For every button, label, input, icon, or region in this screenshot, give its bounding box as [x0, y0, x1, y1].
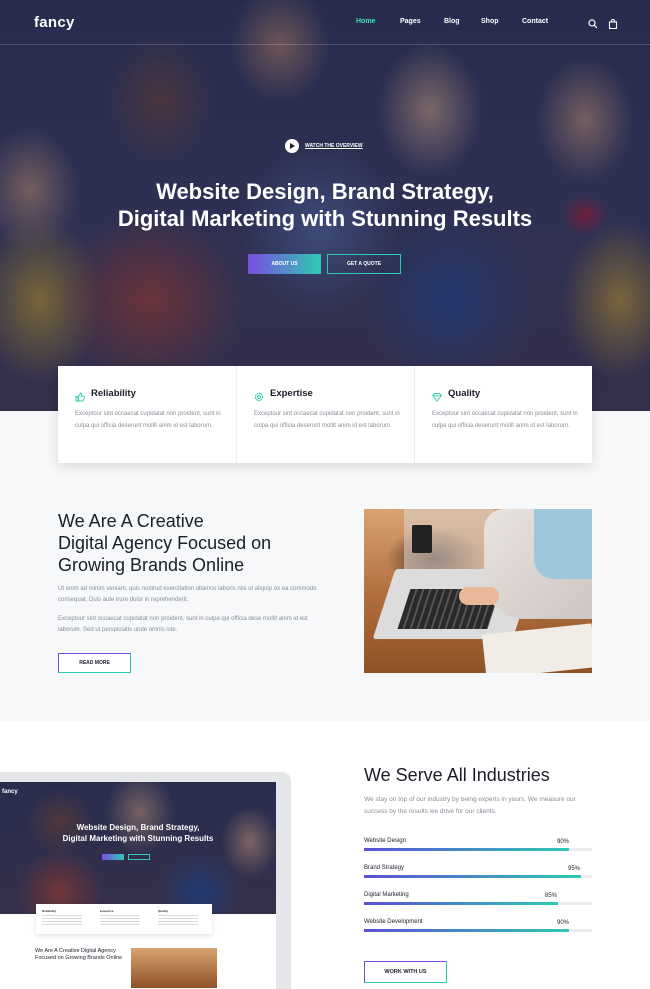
nav-item-pages[interactable]: Pages: [400, 18, 421, 25]
mockup-about-title: We Are A Creative Digital Agency Focused…: [35, 948, 123, 961]
industries-title: We Serve All Industries: [364, 765, 550, 785]
industries-description: We stay on top of our industry by being …: [364, 796, 576, 815]
skill-name: Digital Marketing: [364, 892, 409, 898]
about-paragraph: Exceptour sint occaecat cupidatat non pr…: [58, 616, 308, 633]
skill-percent: 90%: [557, 920, 570, 926]
photo-shirt-shape: [534, 509, 592, 579]
about-title-line1: We Are A Creative: [58, 511, 204, 531]
skill-fill: [364, 929, 570, 932]
about-us-button[interactable]: ABOUT US: [248, 254, 321, 274]
feature-reliability: Reliability Exceptour sint occaecat cupi…: [58, 366, 236, 463]
site-logo[interactable]: fancy: [34, 14, 75, 31]
device-mockup-screen: fancy Website Design, Brand Strategy, Di…: [0, 782, 276, 989]
hero-title: Website Design, Brand Strategy, Digital …: [0, 178, 650, 232]
thumbs-up-icon: [75, 389, 85, 402]
hero-title-line2: Digital Marketing with Stunning Results: [117, 206, 533, 231]
about-title-line2: Digital Agency Focused on: [58, 533, 272, 553]
skill-fill: [364, 875, 581, 878]
get-a-quote-button[interactable]: GET A QUOTE: [327, 254, 401, 274]
watch-overview-label[interactable]: WATCH THE OVERVIEW: [305, 143, 363, 149]
gear-icon: [254, 389, 264, 402]
mockup-hero-title: Website Design, Brand Strategy, Digital …: [0, 822, 276, 844]
feature-title: Expertise: [270, 388, 313, 399]
mockup-feature-label: Quality: [158, 909, 169, 913]
skill-digital-marketing: Digital Marketing 85%: [364, 892, 592, 912]
skill-track: [364, 902, 592, 905]
nav-item-shop[interactable]: Shop: [481, 18, 499, 25]
hero-title-line1: Website Design, Brand Strategy,: [156, 179, 494, 204]
skill-track: [364, 875, 592, 878]
mockup-primary-button: [102, 854, 124, 860]
mockup-feature-label: Reliability: [42, 909, 57, 913]
skill-percent: 90%: [557, 839, 570, 845]
skill-track: [364, 929, 592, 932]
mockup-hero-title-line2: Digital Marketing with Stunning Results: [62, 834, 214, 843]
search-icon[interactable]: [588, 16, 598, 29]
feature-description: Exceptour sint occaecat cupidatat non pr…: [75, 411, 221, 429]
feature-title: Reliability: [91, 388, 136, 399]
skill-track: [364, 848, 592, 851]
skill-percent: 85%: [545, 893, 558, 899]
mockup-hero: fancy Website Design, Brand Strategy, Di…: [0, 782, 276, 914]
mockup-photo: [131, 948, 217, 988]
mockup-text-lines: [158, 915, 198, 925]
about-title-line3: Growing Brands Online: [58, 555, 245, 575]
laptop-photo: [364, 509, 592, 673]
hero-section: fancy Home Pages Blog Shop Contact WATCH…: [0, 0, 650, 411]
nav-item-home[interactable]: Home: [356, 18, 375, 25]
work-with-us-button[interactable]: WORK WITH US: [364, 961, 447, 983]
device-mockup: fancy Website Design, Brand Strategy, Di…: [0, 772, 291, 989]
skill-percent: 95%: [568, 866, 581, 872]
mockup-logo: fancy: [2, 789, 18, 795]
skill-website-development: Website Development 90%: [364, 919, 592, 939]
mockup-features-card: Reliability Expertise Quality: [36, 904, 212, 934]
skill-fill: [364, 848, 570, 851]
photo-hand-shape: [459, 587, 499, 605]
feature-expertise: Expertise Exceptour sint occaecat cupida…: [236, 366, 414, 463]
skill-name: Brand Strategy: [364, 865, 405, 871]
feature-description: Exceptour sint occaecat cupidatat non pr…: [432, 411, 578, 429]
play-icon[interactable]: [285, 139, 299, 153]
mockup-feature-label: Expertise: [100, 909, 114, 913]
diamond-icon: [432, 389, 442, 402]
read-more-button[interactable]: READ MORE: [58, 653, 131, 673]
skill-website-design: Website Design 90%: [364, 838, 592, 858]
skill-name: Website Design: [364, 838, 406, 844]
mockup-text-lines: [42, 915, 82, 925]
mockup-hero-overlay: [0, 782, 276, 914]
features-card: Reliability Exceptour sint occaecat cupi…: [58, 366, 592, 463]
bag-icon[interactable]: [608, 16, 618, 30]
about-paragraph: Ut enim ad minim veniam, quis nostrud ex…: [58, 586, 317, 603]
feature-quality: Quality Exceptour sint occaecat cupidata…: [414, 366, 592, 463]
about-title: We Are A Creative Digital Agency Focused…: [58, 510, 338, 576]
nav-item-contact[interactable]: Contact: [522, 18, 548, 25]
mockup-hero-title-line1: Website Design, Brand Strategy,: [76, 823, 200, 832]
top-navigation: fancy Home Pages Blog Shop Contact: [0, 0, 650, 45]
photo-cup-shape: [412, 525, 432, 553]
feature-title: Quality: [448, 388, 481, 399]
skill-name: Website Development: [364, 919, 423, 925]
skill-brand-strategy: Brand Strategy 95%: [364, 865, 592, 885]
mockup-secondary-button: [128, 854, 150, 860]
mockup-text-lines: [100, 915, 140, 925]
feature-description: Exceptour sint occaecat cupidatat non pr…: [254, 411, 400, 429]
skill-fill: [364, 902, 558, 905]
nav-item-blog[interactable]: Blog: [444, 18, 460, 25]
